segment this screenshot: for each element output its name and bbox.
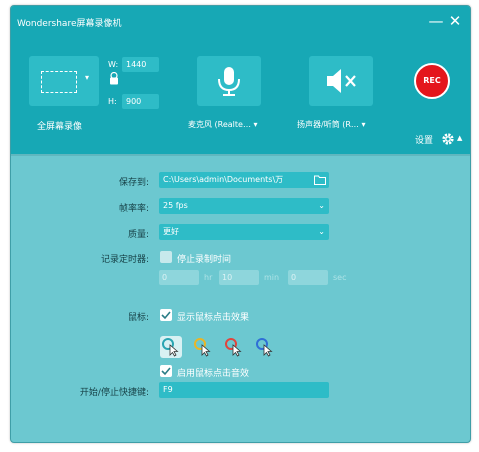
seconds-unit: sec bbox=[333, 273, 347, 282]
capture-toolbar: ▾ W: 1440 H: 900 全屏幕录像 麦克风 (Realte… ▾ 扬声… bbox=[11, 36, 470, 154]
microphone-icon bbox=[218, 67, 240, 96]
speaker-mute-icon bbox=[327, 69, 356, 93]
microphone-select[interactable]: 麦克风 (Realte… ▾ bbox=[188, 119, 258, 130]
save-path-field[interactable]: C:\Users\admin\Documents\万 bbox=[159, 172, 329, 188]
show-click-effect-checkbox[interactable] bbox=[160, 309, 172, 321]
hotkey-field[interactable]: F9 bbox=[159, 382, 329, 398]
save-path-value: C:\Users\admin\Documents\万 bbox=[163, 175, 284, 184]
timer-label: 记录定时器: bbox=[100, 255, 149, 265]
window-title: Wondershare屏幕录像机 bbox=[17, 19, 122, 29]
record-button[interactable]: REC bbox=[414, 63, 450, 99]
cursor-style-blue[interactable] bbox=[254, 336, 276, 358]
timer-hours-field[interactable]: 0 bbox=[159, 270, 199, 285]
stop-timer-text: 停止录制时间 bbox=[177, 255, 232, 265]
fps-select[interactable]: 25 fps ⌄ bbox=[159, 198, 329, 214]
fps-value: 25 fps bbox=[163, 201, 188, 210]
click-sound-text: 启用鼠标点击音效 bbox=[177, 369, 250, 379]
folder-icon[interactable] bbox=[314, 175, 326, 185]
chevron-down-icon: ⌄ bbox=[318, 201, 325, 210]
fps-label: 帧率率: bbox=[118, 204, 149, 214]
speaker-button[interactable] bbox=[309, 56, 373, 106]
collapse-caret-icon[interactable]: ▲ bbox=[457, 134, 462, 142]
show-click-effect-text: 显示鼠标点击效果 bbox=[177, 313, 250, 323]
quality-value: 更好 bbox=[163, 227, 179, 236]
quality-select[interactable]: 更好 ⌄ bbox=[159, 224, 329, 240]
chevron-down-icon: ⌄ bbox=[318, 227, 325, 236]
fullscreen-record-label: 全屏幕录像 bbox=[37, 122, 83, 132]
cursor-icon bbox=[225, 338, 242, 357]
cursor-icon bbox=[162, 338, 179, 357]
close-icon[interactable]: ✕ bbox=[447, 12, 463, 30]
height-field[interactable]: 900 bbox=[122, 94, 159, 109]
click-sound-checkbox[interactable] bbox=[160, 365, 172, 377]
chevron-down-icon: ▾ bbox=[85, 73, 90, 82]
recorder-window: Wondershare屏幕录像机 — ✕ ▾ W: 1440 H: 900 全屏… bbox=[10, 5, 471, 443]
cursor-icon bbox=[194, 338, 211, 357]
gear-icon[interactable] bbox=[441, 132, 455, 146]
minimize-icon[interactable]: — bbox=[428, 12, 444, 30]
speaker-select[interactable]: 扬声器/听筒 (R… ▾ bbox=[297, 119, 365, 130]
cursor-style-yellow[interactable] bbox=[192, 336, 214, 358]
hotkey-label: 开始/停止快捷键: bbox=[79, 388, 149, 398]
save-to-label: 保存到: bbox=[118, 178, 149, 188]
cursor-style-cyan[interactable] bbox=[160, 336, 182, 358]
checkmark-icon bbox=[161, 367, 171, 376]
checkmark-icon bbox=[161, 311, 171, 320]
width-field[interactable]: 1440 bbox=[122, 57, 159, 72]
lock-icon[interactable] bbox=[109, 72, 119, 85]
timer-seconds-field[interactable]: 0 bbox=[288, 270, 328, 285]
width-label: W: bbox=[108, 60, 119, 69]
region-dashed-icon bbox=[41, 71, 77, 93]
cursor-icon bbox=[256, 338, 273, 357]
quality-label: 质量: bbox=[127, 230, 149, 240]
height-label: H: bbox=[108, 97, 117, 106]
microphone-button[interactable] bbox=[197, 56, 261, 106]
cursor-style-red[interactable] bbox=[223, 336, 245, 358]
minutes-unit: min bbox=[264, 273, 280, 282]
settings-label[interactable]: 设置 bbox=[415, 133, 433, 146]
stop-timer-checkbox[interactable] bbox=[160, 251, 172, 263]
timer-minutes-field[interactable]: 10 bbox=[219, 270, 259, 285]
title-bar: Wondershare屏幕录像机 — ✕ bbox=[11, 6, 470, 36]
hours-unit: hr bbox=[204, 273, 213, 282]
divider bbox=[11, 154, 470, 156]
screen-region-button[interactable]: ▾ bbox=[29, 56, 99, 106]
mouse-label: 鼠标: bbox=[127, 313, 149, 323]
